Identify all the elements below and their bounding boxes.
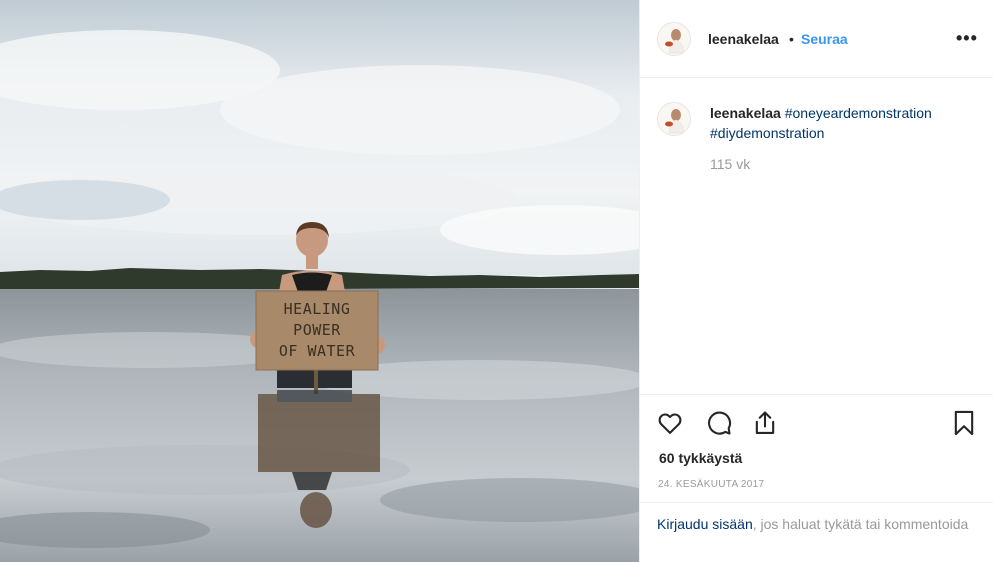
avatar[interactable] (657, 22, 691, 56)
post-photo: HEALING POWER OF WATER (0, 0, 639, 562)
follow-button[interactable]: Seuraa (801, 31, 848, 47)
sign-line-2: POWER (293, 321, 341, 339)
instagram-post: HEALING POWER OF WATER leenakelaa • Seur… (0, 0, 993, 562)
bookmark-icon[interactable] (950, 409, 978, 437)
caption-avatar[interactable] (657, 102, 691, 136)
avatar-icon (658, 103, 690, 135)
login-link[interactable]: Kirjaudu sisään (657, 516, 753, 532)
post-date: 24. KESÄKUUTA 2017 (658, 479, 765, 490)
more-options-icon[interactable]: ••• (956, 28, 978, 49)
caption-text: leenakelaa #oneyeardemonstration #diydem… (710, 103, 980, 143)
lake-scene-illustration (0, 0, 639, 562)
sign-line-3: OF WATER (278, 342, 356, 360)
login-prompt-text: , jos haluat tykätä tai kommentoida (752, 516, 969, 532)
avatar-icon (658, 23, 690, 55)
time-ago[interactable]: 115 vk (710, 156, 750, 172)
action-bar: 60 tykkäystä 24. KESÄKUUTA 2017 (640, 394, 993, 502)
post-username[interactable]: leenakelaa (708, 31, 779, 47)
post-side-panel: leenakelaa • Seuraa ••• leenakelaa #oney… (639, 0, 993, 562)
caption-username[interactable]: leenakelaa (710, 105, 781, 121)
sign-text: HEALING POWER OF WATER (256, 291, 378, 370)
share-icon[interactable] (751, 409, 779, 437)
post-header: leenakelaa • Seuraa ••• (640, 0, 993, 78)
separator-dot: • (789, 31, 794, 47)
login-prompt: Kirjaudu sisään, jos haluat tykätä tai k… (640, 502, 993, 562)
heart-icon[interactable] (656, 409, 684, 437)
hashtag-link[interactable]: #oneyeardemonstration (785, 105, 932, 121)
likes-count[interactable]: 60 tykkäystä (659, 450, 742, 466)
sign-line-1: HEALING (283, 300, 351, 318)
comment-icon[interactable] (705, 409, 733, 437)
hashtag-link[interactable]: #diydemonstration (710, 125, 824, 141)
